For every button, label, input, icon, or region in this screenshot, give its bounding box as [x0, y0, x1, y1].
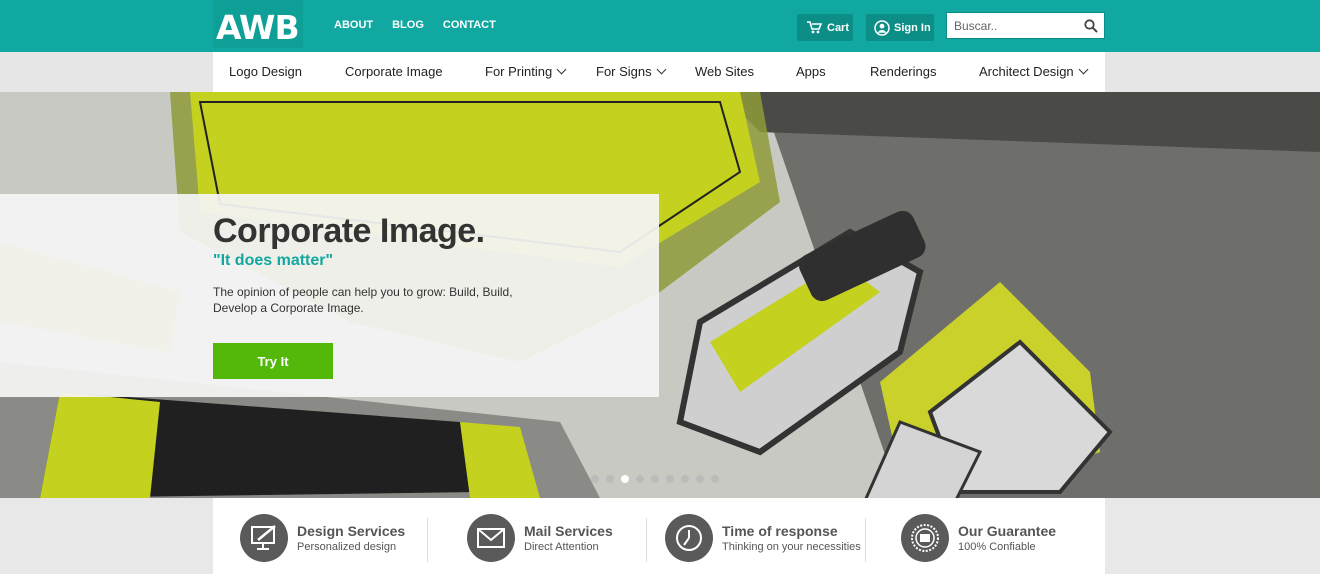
- top-nav: ABOUT BLOG CONTACT: [334, 19, 515, 31]
- nav-item-label: Apps: [796, 64, 826, 79]
- slider-dot[interactable]: [711, 475, 719, 483]
- nav-item-corporate-image[interactable]: Corporate Image: [345, 64, 443, 79]
- slider-dot[interactable]: [681, 475, 689, 483]
- nav-item-label: Architect Design: [979, 64, 1074, 79]
- slider-pagination: [591, 475, 719, 483]
- slider-dot[interactable]: [651, 475, 659, 483]
- feature-title: Time of response: [722, 523, 838, 539]
- search-box: [946, 12, 1105, 39]
- cart-icon: [807, 21, 822, 34]
- nav-item-label: For Signs: [596, 64, 652, 79]
- nav-item-label: Corporate Image: [345, 64, 443, 79]
- clock-icon: [665, 514, 713, 562]
- search-icon[interactable]: [1084, 19, 1098, 33]
- slider-dot[interactable]: [666, 475, 674, 483]
- monitor-pen-icon: [240, 514, 288, 562]
- cart-label: Cart: [827, 21, 850, 34]
- hero-title: Corporate Image.: [213, 212, 485, 250]
- nav-item-architect-design[interactable]: Architect Design: [979, 64, 1089, 79]
- feature-subtitle: 100% Confiable: [958, 541, 1036, 553]
- cart-button[interactable]: Cart: [797, 14, 853, 41]
- feature-subtitle: Personalized design: [297, 541, 397, 553]
- nav-item-label: For Printing: [485, 64, 553, 79]
- nav-item-label: Renderings: [870, 64, 937, 79]
- try-it-button[interactable]: Try It: [213, 343, 333, 379]
- slider-dot-active[interactable]: [621, 475, 629, 483]
- nav-item-renderings[interactable]: Renderings: [870, 64, 937, 79]
- logo: AWB: [216, 8, 300, 47]
- feature-title: Our Guarantee: [958, 523, 1057, 539]
- feature-title: Design Services: [297, 523, 406, 539]
- hero-slider: Corporate Image. "It does matter" The op…: [0, 92, 1320, 498]
- user-circle-icon: [874, 19, 890, 36]
- chevron-down-icon: [1078, 64, 1089, 75]
- feature-divider: [865, 518, 866, 562]
- main-nav: Logo Design Corporate Image For Printing…: [213, 52, 1105, 92]
- hero-subtitle: "It does matter": [213, 252, 334, 269]
- top-header-inner: AWB ABOUT BLOG CONTACT Cart Sign In: [213, 0, 1105, 52]
- nav-item-apps[interactable]: Apps: [796, 64, 826, 79]
- logo-link[interactable]: AWB: [213, 0, 303, 48]
- signin-button[interactable]: Sign In: [866, 14, 934, 41]
- feature-divider: [646, 518, 647, 562]
- nav-about-link[interactable]: ABOUT: [334, 19, 373, 31]
- nav-item-for-printing[interactable]: For Printing: [485, 64, 567, 79]
- nav-item-for-signs[interactable]: For Signs: [596, 64, 667, 79]
- slider-dot[interactable]: [636, 475, 644, 483]
- feature-time-of-response: Time of response Thinking on your necess…: [665, 514, 861, 562]
- nav-item-label: Web Sites: [695, 64, 755, 79]
- feature-design-services: Design Services Personalized design: [240, 514, 405, 562]
- top-header: AWB ABOUT BLOG CONTACT Cart Sign In: [0, 0, 1320, 52]
- nav-contact-link[interactable]: CONTACT: [443, 19, 496, 31]
- nav-blog-link[interactable]: BLOG: [392, 19, 424, 31]
- feature-title: Mail Services: [524, 523, 613, 539]
- nav-item-logo-design[interactable]: Logo Design: [229, 64, 302, 79]
- nav-item-web-sites[interactable]: Web Sites: [695, 64, 754, 79]
- feature-mail-services: Mail Services Direct Attention: [467, 514, 613, 562]
- search-input[interactable]: [947, 13, 1079, 38]
- hero-caption-panel: Corporate Image. "It does matter" The op…: [0, 194, 659, 397]
- slider-dot[interactable]: [591, 475, 599, 483]
- features-strip: Design Services Personalized design Mail…: [213, 498, 1105, 574]
- signin-label: Sign In: [894, 21, 931, 34]
- hero-description: The opinion of people can help you to gr…: [213, 285, 513, 315]
- envelope-icon: [467, 514, 515, 562]
- guarantee-seal-icon: [901, 514, 949, 562]
- feature-divider: [427, 518, 428, 562]
- nav-item-label: Logo Design: [229, 64, 302, 79]
- feature-our-guarantee: Our Guarantee 100% Confiable: [901, 514, 1056, 562]
- chevron-down-icon: [556, 64, 567, 75]
- slider-dot[interactable]: [696, 475, 704, 483]
- feature-subtitle: Thinking on your necessities: [722, 541, 861, 553]
- chevron-down-icon: [656, 64, 667, 75]
- slider-dot[interactable]: [606, 475, 614, 483]
- feature-subtitle: Direct Attention: [524, 541, 599, 553]
